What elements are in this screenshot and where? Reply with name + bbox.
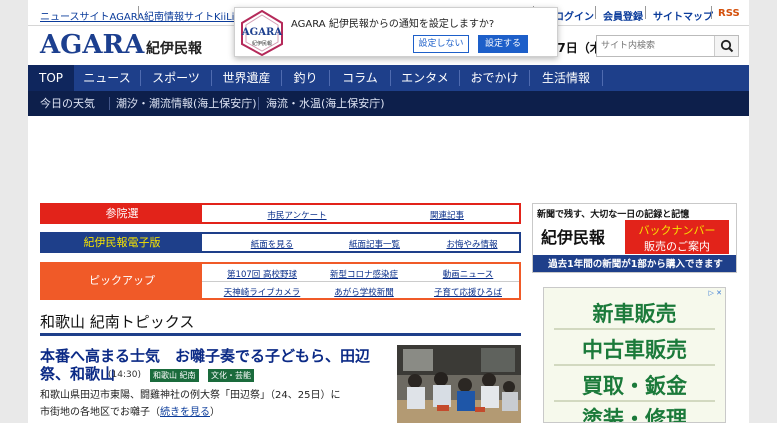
article-tag-region[interactable]: 和歌山 紀南 [150,369,199,382]
pickup-link-baseball[interactable]: 第107回 高校野球 [214,268,310,280]
digital-paper-box: 紀伊民報電子版 紙面を見る 紙面記事一覧 お悔やみ情報 [40,232,521,253]
nav-item-world-heritage[interactable]: 世界遺産 [212,65,281,91]
sub-nav: 今日の天気 潮汐・潮流情報(海上保安庁) 海流・水温(海上保安庁) [28,91,749,116]
search-button[interactable] [714,36,738,56]
site-link-agara[interactable]: ニュースサイトAGARA [40,8,144,23]
utility-divider [138,6,139,19]
digital-paper-box-title: 紀伊民報電子版 [42,234,202,251]
seal-text: AGARA [241,27,282,38]
pickup-divider [202,281,519,282]
section-rule [40,333,521,336]
ad2-line-used-car: 中古車販売 [582,338,687,362]
main-nav: TOP ニュース スポーツ 世界遺産 釣り コラム エンタメ おでかけ 生活情報 [28,65,749,91]
register-link[interactable]: 会員登録 [603,8,643,23]
backnumber-ad-tagline: 新聞で残す、大切な一日の記録と記憶 [537,210,690,220]
car-dealer-ad[interactable]: ▷ ✕ 新車販売 中古車販売 買取・鈑金 塗装・修理 [543,287,726,423]
utility-divider [645,6,646,19]
subnav-divider [109,97,110,110]
backnumber-ad-badge-line2: 販売のご案内 [644,240,710,253]
read-more-link[interactable]: 続きを見る [160,407,210,418]
article-time: (14:30) [108,370,141,380]
site-logo-subtitle: 紀伊民報 [146,41,202,57]
agara-seal-icon: AGARA 紀伊民報 [241,10,283,56]
festival-children-photo [397,345,521,423]
ad2-line-new-car: 新車販売 [592,302,677,326]
backnumber-ad[interactable]: 新聞で残す、大切な一日の記録と記憶 紀伊民報 バックナンバー 販売のご案内 過去… [532,203,737,273]
site-link-kiilife[interactable]: 紀南情報サイトKiiLife [144,8,244,23]
article-summary-line2: 市街地の各地区でお囃子（続きを見る） [40,403,220,418]
article-tag-culture[interactable]: 文化・芸能 [208,369,254,382]
notification-message: AGARA 紀伊民報からの通知を設定しますか? [291,19,495,30]
article-summary-line1: 和歌山県田辺市東陽、闘雞神社の例大祭「田辺祭」（24、25日）に [40,390,341,401]
election-link-articles[interactable]: 関連記事 [397,209,497,221]
nav-item-outing[interactable]: おでかけ [460,65,529,91]
section-title: 和歌山 紀南トピックス [40,313,195,331]
nav-divider [602,70,603,86]
ad2-divider [554,364,715,366]
seal-subtext: 紀伊民報 [252,40,272,47]
backnumber-ad-badge-line1: バックナンバー [638,224,716,237]
nav-item-news[interactable]: ニュース [74,65,140,91]
pickup-link-covid[interactable]: 新型コロナ感染症 [314,268,414,280]
backnumber-ad-brand: 紀伊民報 [541,228,606,247]
pickup-box: ピックアップ 第107回 高校野球 新型コロナ感染症 動画ニュース 天神崎ライブ… [40,262,521,300]
page: ニュースサイトAGARA 紀南情報サイトKiiLife ログイン 会員登録 サイ… [28,0,749,423]
ad2-line-buy-repair: 買取・鈑金 [582,374,687,398]
nav-item-entertainment[interactable]: エンタメ [391,65,459,91]
paper-link-obituary[interactable]: お悔やみ情報 [427,238,517,250]
backnumber-ad-badge: バックナンバー 販売のご案内 [625,220,729,254]
pickup-link-livecam[interactable]: 天神崎ライブカメラ [214,286,310,298]
utility-divider [711,6,712,19]
nav-item-sports[interactable]: スポーツ [141,65,211,91]
notification-prompt: AGARA 紀伊民報 AGARA 紀伊民報からの通知を設定しますか? 設定しない… [234,7,558,57]
login-link[interactable]: ログイン [554,8,594,23]
subnav-item-weather[interactable]: 今日の天気 [40,91,95,116]
nav-item-top[interactable]: TOP [28,65,74,91]
article-headline-cont[interactable]: 祭、和歌山 [40,363,115,384]
article-thumbnail[interactable] [397,345,521,423]
page-gutter-right [749,0,777,423]
election-link-survey[interactable]: 市民アンケート [242,209,352,221]
notification-decline-button[interactable]: 設定しない [413,35,469,53]
backnumber-ad-footer: 過去1年間の新聞が1部から購入できます [533,255,736,272]
ad2-divider [554,400,715,402]
pickup-link-video[interactable]: 動画ニュース [420,268,516,280]
search-box [596,35,739,57]
search-input[interactable] [597,36,715,56]
nav-item-column[interactable]: コラム [330,65,390,91]
subnav-item-current[interactable]: 海流・水温(海上保安庁) [266,91,385,116]
site-logo[interactable]: AGARA [40,30,144,60]
election-box: 参院選 市民アンケート 関連記事 [40,203,521,224]
article-summary-suffix: ） [210,407,220,418]
page-gutter-left [0,0,28,423]
search-icon [720,39,734,53]
paper-link-view[interactable]: 紙面を見る [227,238,317,250]
election-box-title: 参院選 [42,205,202,222]
pickup-link-parenting[interactable]: 子育て応援ひろば [420,286,516,298]
notification-accept-button[interactable]: 設定する [478,35,528,53]
paper-link-article-list[interactable]: 紙面記事一覧 [327,238,422,250]
pickup-box-title: ピックアップ [42,264,202,298]
article-summary-text: 市街地の各地区でお囃子（ [40,407,160,418]
ad2-line-paint: 塗装・修理 [582,407,687,423]
nav-item-living-info[interactable]: 生活情報 [530,65,602,91]
subnav-item-tide[interactable]: 潮汐・潮流情報(海上保安庁) [116,91,257,116]
utility-divider [595,6,596,19]
pickup-link-school-paper[interactable]: あがら学校新聞 [314,286,414,298]
sitemap-link[interactable]: サイトマップ [653,8,713,23]
nav-item-fishing[interactable]: 釣り [282,65,329,91]
rss-link[interactable]: RSS [718,8,740,19]
ad2-divider [554,328,715,330]
ad-choices-icon[interactable]: ▷ ✕ [709,289,722,297]
subnav-divider [258,97,259,110]
